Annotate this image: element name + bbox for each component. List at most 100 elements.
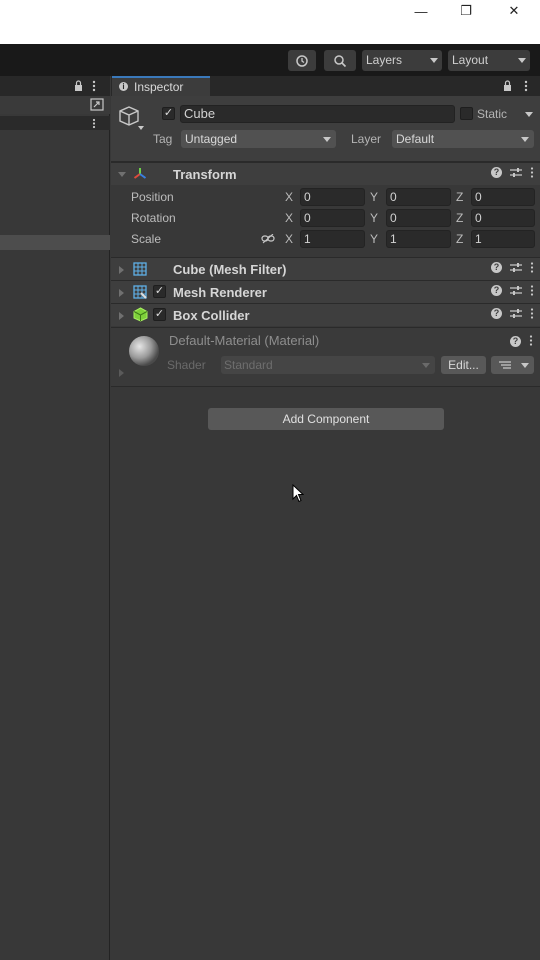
create-icon[interactable] <box>90 98 104 111</box>
chevron-down-icon <box>323 137 331 142</box>
scale-z-field[interactable]: 1 <box>471 230 535 248</box>
hierarchy-selected-row[interactable] <box>0 235 110 250</box>
rotation-x-value: 0 <box>304 211 311 225</box>
mesh-renderer-component-header[interactable]: ✓ Mesh Renderer ? <box>111 280 540 303</box>
help-icon[interactable]: ? <box>491 308 502 319</box>
kebab-menu-icon[interactable] <box>92 80 96 92</box>
foldout-open-icon[interactable] <box>118 172 126 177</box>
box-collider-icon <box>133 307 148 322</box>
constrain-proportions-icon[interactable] <box>261 234 275 244</box>
hierarchy-tab-row <box>0 76 110 96</box>
search-button[interactable] <box>324 50 356 71</box>
mesh-renderer-icon <box>133 285 147 299</box>
close-icon: ✕ <box>508 3 520 18</box>
kebab-menu-icon[interactable] <box>529 335 533 346</box>
layers-dropdown[interactable]: Layers <box>362 50 442 71</box>
axis-z-label: Z <box>456 211 464 225</box>
layer-dropdown[interactable]: Default <box>392 130 534 148</box>
tag-label: Tag <box>153 132 173 146</box>
preset-icon[interactable] <box>510 262 522 273</box>
position-y-field[interactable]: 0 <box>386 188 451 206</box>
preset-icon[interactable] <box>510 285 522 296</box>
position-z-field[interactable]: 0 <box>471 188 535 206</box>
inspector-tab-row: i Inspector <box>111 76 540 96</box>
help-icon[interactable]: ? <box>491 262 502 273</box>
hierarchy-panel <box>0 76 110 960</box>
foldout-closed-icon[interactable] <box>119 369 124 377</box>
mesh-filter-component-header[interactable]: Cube (Mesh Filter) ? <box>111 257 540 280</box>
rotation-z-field[interactable]: 0 <box>471 209 535 227</box>
chevron-down-icon <box>518 58 526 63</box>
help-icon[interactable]: ? <box>491 285 502 296</box>
axis-y-label: Y <box>370 190 379 204</box>
position-x-value: 0 <box>304 190 311 204</box>
scale-z-value: 1 <box>475 232 482 246</box>
layout-dropdown[interactable]: Layout <box>448 50 530 71</box>
window-title-bar: — ❐ ✕ <box>0 0 540 44</box>
cube-icon <box>119 106 144 130</box>
material-section: Default-Material (Material) ? Shader Sta… <box>111 327 540 387</box>
preset-icon[interactable] <box>510 167 522 178</box>
box-collider-component-header[interactable]: ✓ Box Collider ? <box>111 303 540 326</box>
shader-label: Shader <box>167 358 206 372</box>
mesh-renderer-enabled-checkbox[interactable]: ✓ <box>153 285 166 298</box>
transform-icon <box>133 168 147 179</box>
foldout-closed-icon[interactable] <box>119 312 124 320</box>
lock-icon[interactable] <box>74 80 83 92</box>
rotation-label: Rotation <box>131 211 176 225</box>
kebab-menu-icon[interactable] <box>530 262 534 273</box>
rotation-y-field[interactable]: 0 <box>386 209 451 227</box>
object-name-value: Cube <box>184 106 216 121</box>
static-checkbox[interactable] <box>460 107 473 120</box>
transform-row-rotation: Rotation X 0 Y 0 Z 0 <box>111 208 540 228</box>
history-button[interactable] <box>288 50 316 71</box>
kebab-menu-icon[interactable] <box>530 167 534 178</box>
edit-shader-label: Edit... <box>448 358 479 372</box>
rotation-x-field[interactable]: 0 <box>300 209 365 227</box>
foldout-closed-icon[interactable] <box>119 266 124 274</box>
chevron-down-icon <box>521 137 529 142</box>
hierarchy-toolbar <box>0 96 110 114</box>
preset-icon[interactable] <box>510 308 522 319</box>
tag-dropdown[interactable]: Untagged <box>181 130 336 148</box>
layout-label: Layout <box>452 53 489 67</box>
object-name-field[interactable]: Cube <box>180 105 455 123</box>
restore-button[interactable]: ❐ <box>443 0 489 22</box>
shader-options-button[interactable] <box>491 356 534 374</box>
transform-title: Transform <box>173 167 237 182</box>
shader-dropdown[interactable]: Standard <box>221 356 435 374</box>
lock-icon[interactable] <box>503 80 512 92</box>
edit-shader-button[interactable]: Edit... <box>441 356 486 374</box>
help-icon[interactable]: ? <box>491 167 502 178</box>
rotation-z-value: 0 <box>475 211 482 225</box>
minimize-button[interactable]: — <box>398 0 444 22</box>
scale-x-value: 1 <box>304 232 311 246</box>
help-icon[interactable]: ? <box>510 336 521 347</box>
search-icon <box>334 54 347 67</box>
box-collider-enabled-checkbox[interactable]: ✓ <box>153 308 166 321</box>
add-component-button[interactable]: Add Component <box>208 408 444 430</box>
component-actions: ? <box>491 308 534 319</box>
kebab-menu-icon[interactable] <box>524 80 528 92</box>
component-actions: ? <box>491 262 534 273</box>
minimize-icon: — <box>414 3 428 19</box>
transform-component-header[interactable]: Transform ? <box>111 162 540 185</box>
tab-inspector[interactable]: i Inspector <box>112 76 210 96</box>
axis-z-label: Z <box>456 190 464 204</box>
kebab-menu-icon[interactable] <box>530 285 534 296</box>
foldout-closed-icon[interactable] <box>119 289 124 297</box>
close-window-button[interactable]: ✕ <box>491 0 537 22</box>
active-checkbox[interactable]: ✓ <box>162 107 175 120</box>
kebab-menu-icon[interactable] <box>92 118 96 129</box>
history-icon <box>296 54 308 67</box>
hierarchy-scene-row[interactable] <box>0 116 110 130</box>
scale-y-field[interactable]: 1 <box>386 230 451 248</box>
position-x-field[interactable]: 0 <box>300 188 365 206</box>
chevron-down-icon <box>422 363 430 368</box>
mesh-renderer-title: Mesh Renderer <box>173 285 267 300</box>
info-icon: i <box>119 82 128 91</box>
kebab-menu-icon[interactable] <box>530 308 534 319</box>
static-dropdown-icon[interactable] <box>525 112 533 117</box>
axis-y-label: Y <box>370 211 379 225</box>
scale-x-field[interactable]: 1 <box>300 230 365 248</box>
